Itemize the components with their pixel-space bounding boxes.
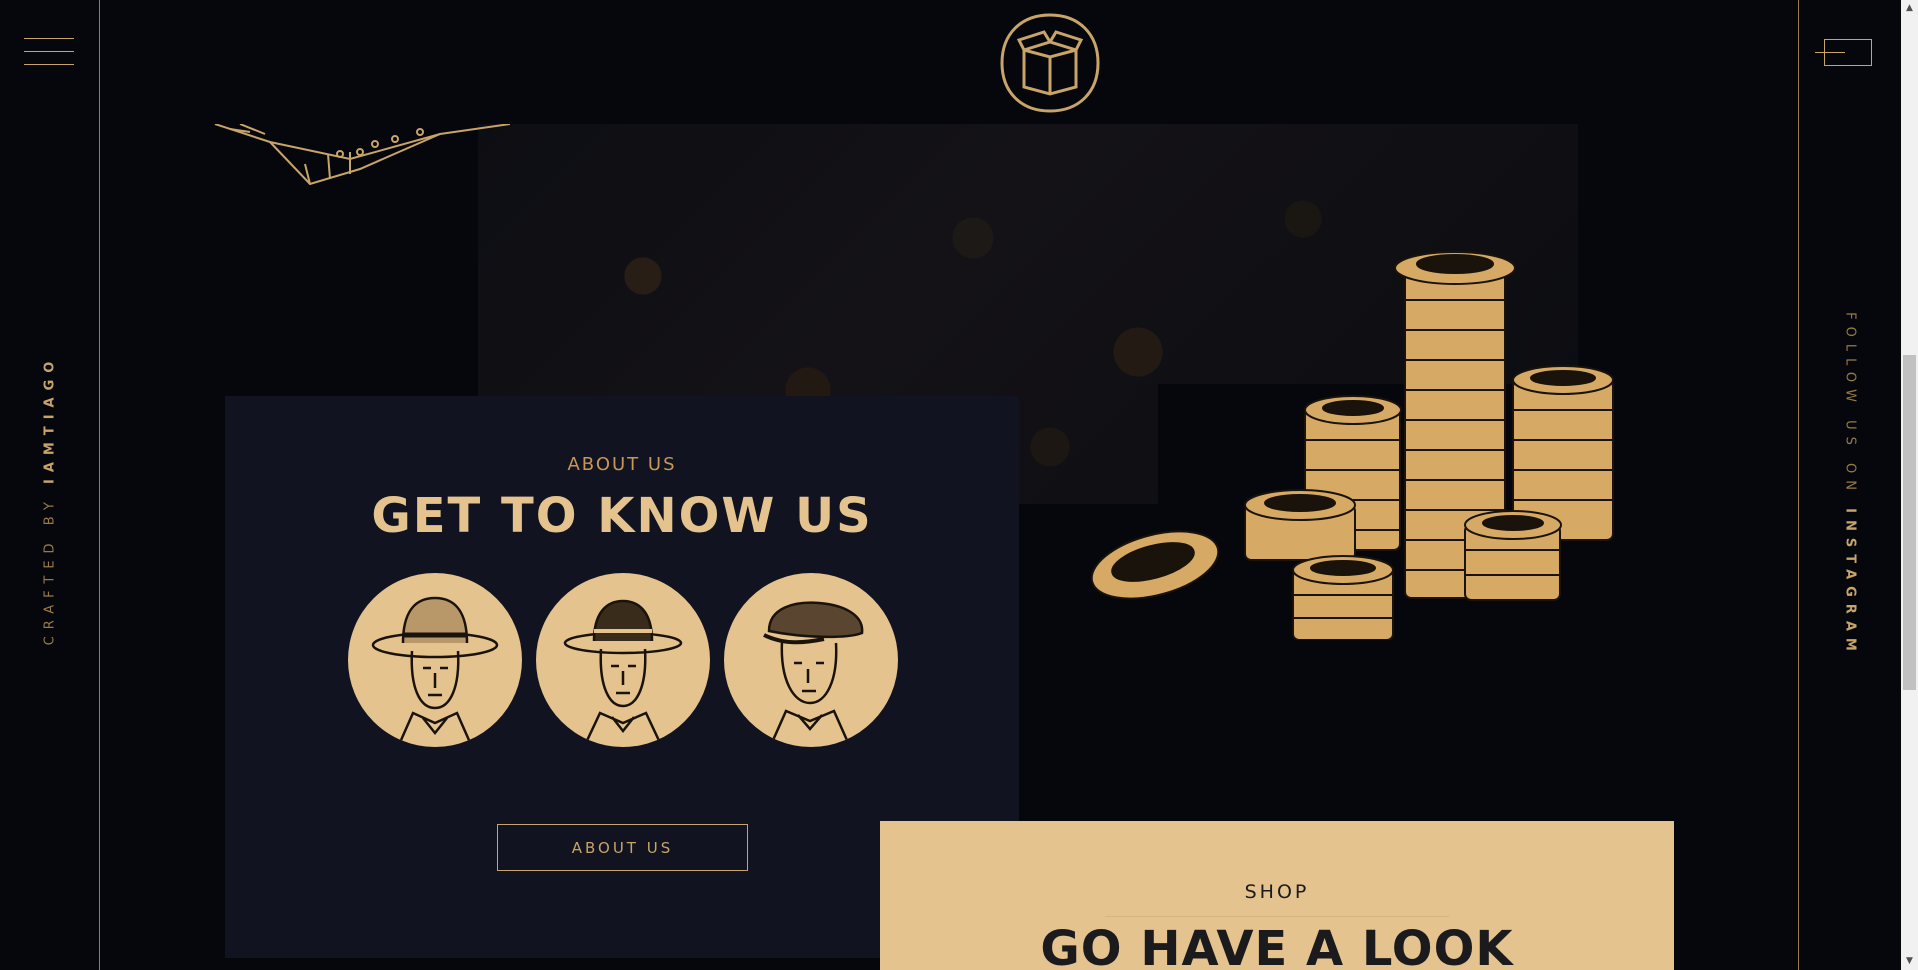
team-portraits [348, 573, 898, 748]
shop-title: GO HAVE A LOOK [1040, 921, 1514, 970]
page-scrollbar[interactable]: ▲ ▼ [1901, 0, 1918, 970]
left-rail-divider [99, 0, 100, 970]
portrait-man-flat-cap [724, 573, 898, 747]
site-header [100, 0, 1798, 124]
credit-brand: IAMTIAGO [42, 354, 58, 485]
instagram-link[interactable]: FOLLOW US ON INSTAGRAM [1843, 312, 1858, 658]
scroll-down-icon[interactable]: ▼ [1901, 953, 1918, 970]
portrait-man-homburg [536, 573, 710, 747]
instagram-label: INSTAGRAM [1842, 508, 1858, 658]
right-rail-divider [1798, 0, 1799, 970]
crafted-by-credit[interactable]: CRAFTED BY IAMTIAGO [43, 355, 58, 646]
shop-divider [1105, 916, 1449, 917]
cart-button[interactable] [1815, 39, 1883, 66]
ship-illustration [214, 124, 510, 186]
coin-stacks-illustration [1090, 251, 1614, 640]
shop-section: SHOP GO HAVE A LOOK [880, 821, 1674, 970]
open-box-icon[interactable] [999, 12, 1101, 114]
scroll-up-icon[interactable]: ▲ [1901, 0, 1918, 17]
scroll-thumb[interactable] [1903, 355, 1916, 690]
menu-button[interactable] [24, 38, 74, 68]
about-title: GET TO KNOW US [371, 488, 873, 544]
about-kicker: ABOUT US [567, 454, 677, 475]
follow-prefix: FOLLOW US ON [1842, 312, 1858, 497]
shop-kicker: SHOP [1244, 881, 1310, 903]
portrait-man-fedora [348, 573, 522, 747]
about-us-button[interactable]: ABOUT US [497, 824, 748, 871]
hamburger-icon [24, 38, 74, 39]
credit-prefix: CRAFTED BY [42, 495, 58, 646]
